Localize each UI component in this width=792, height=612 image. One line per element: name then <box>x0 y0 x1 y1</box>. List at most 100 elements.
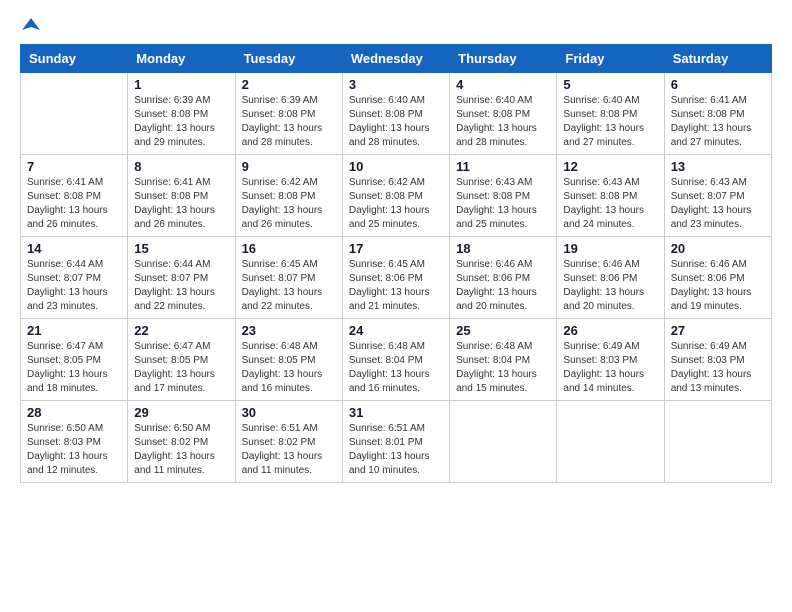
calendar-cell: 24 Sunrise: 6:48 AM Sunset: 8:04 PM Dayli… <box>342 319 449 401</box>
day-info: Sunrise: 6:41 AM Sunset: 8:08 PM Dayligh… <box>134 176 228 232</box>
calendar-header-row: SundayMondayTuesdayWednesdayThursdayFrid… <box>21 45 772 73</box>
weekday-header: Sunday <box>21 45 128 73</box>
weekday-header: Wednesday <box>342 45 449 73</box>
calendar-cell: 4 Sunrise: 6:40 AM Sunset: 8:08 PM Daylig… <box>450 73 557 155</box>
day-number: 31 <box>349 405 443 420</box>
day-info: Sunrise: 6:46 AM Sunset: 8:06 PM Dayligh… <box>456 258 550 314</box>
day-number: 12 <box>563 159 657 174</box>
calendar-cell: 15 Sunrise: 6:44 AM Sunset: 8:07 PM Dayli… <box>128 237 235 319</box>
calendar-cell: 2Sunrise: 6:39 AM Sunset: 8:08 PM Daylig… <box>235 73 342 155</box>
day-info: Sunrise: 6:49 AM Sunset: 8:03 PM Dayligh… <box>671 340 765 396</box>
day-info: Sunrise: 6:46 AM Sunset: 8:06 PM Dayligh… <box>563 258 657 314</box>
day-info: Sunrise: 6:45 AM Sunset: 8:06 PM Dayligh… <box>349 258 443 314</box>
calendar-cell: 26 Sunrise: 6:49 AM Sunset: 8:03 PM Dayli… <box>557 319 664 401</box>
day-number: 5 <box>563 77 657 92</box>
day-info: Sunrise: 6:48 AM Sunset: 8:04 PM Dayligh… <box>349 340 443 396</box>
day-info: Sunrise: 6:41 AM Sunset: 8:08 PM Dayligh… <box>27 176 121 232</box>
logo-bird-icon <box>22 16 40 34</box>
day-info: Sunrise: 6:44 AM Sunset: 8:07 PM Dayligh… <box>27 258 121 314</box>
day-number: 24 <box>349 323 443 338</box>
calendar-cell: 13 Sunrise: 6:43 AM Sunset: 8:07 PM Dayli… <box>664 155 771 237</box>
calendar-cell: 8 Sunrise: 6:41 AM Sunset: 8:08 PM Daylig… <box>128 155 235 237</box>
logo <box>20 20 40 34</box>
day-number: 20 <box>671 241 765 256</box>
day-info: Sunrise: 6:39 AM Sunset: 8:08 PM Dayligh… <box>242 94 336 150</box>
day-number: 28 <box>27 405 121 420</box>
day-info: Sunrise: 6:50 AM Sunset: 8:02 PM Dayligh… <box>134 422 228 478</box>
day-info: Sunrise: 6:42 AM Sunset: 8:08 PM Dayligh… <box>349 176 443 232</box>
calendar-cell: 27 Sunrise: 6:49 AM Sunset: 8:03 PM Dayli… <box>664 319 771 401</box>
calendar-cell: 28 Sunrise: 6:50 AM Sunset: 8:03 PM Dayli… <box>21 401 128 483</box>
day-info: Sunrise: 6:50 AM Sunset: 8:03 PM Dayligh… <box>27 422 121 478</box>
day-number: 27 <box>671 323 765 338</box>
day-number: 15 <box>134 241 228 256</box>
day-number: 1 <box>134 77 228 92</box>
weekday-header: Saturday <box>664 45 771 73</box>
day-number: 17 <box>349 241 443 256</box>
calendar-cell: 1 Sunrise: 6:39 AM Sunset: 8:08 PM Daylig… <box>128 73 235 155</box>
day-number: 18 <box>456 241 550 256</box>
day-number: 8 <box>134 159 228 174</box>
day-number: 16 <box>242 241 336 256</box>
calendar-cell: 25Sunrise: 6:48 AM Sunset: 8:04 PM Dayli… <box>450 319 557 401</box>
day-info: Sunrise: 6:39 AM Sunset: 8:08 PM Dayligh… <box>134 94 228 150</box>
calendar-cell: 3 Sunrise: 6:40 AM Sunset: 8:08 PM Daylig… <box>342 73 449 155</box>
day-info: Sunrise: 6:43 AM Sunset: 8:08 PM Dayligh… <box>563 176 657 232</box>
calendar-cell: 17 Sunrise: 6:45 AM Sunset: 8:06 PM Dayli… <box>342 237 449 319</box>
calendar-week-row: 1 Sunrise: 6:39 AM Sunset: 8:08 PM Daylig… <box>21 73 772 155</box>
calendar-cell: 19 Sunrise: 6:46 AM Sunset: 8:06 PM Dayli… <box>557 237 664 319</box>
calendar-cell: 30 Sunrise: 6:51 AM Sunset: 8:02 PM Dayli… <box>235 401 342 483</box>
day-info: Sunrise: 6:51 AM Sunset: 8:02 PM Dayligh… <box>242 422 336 478</box>
calendar-week-row: 28 Sunrise: 6:50 AM Sunset: 8:03 PM Dayli… <box>21 401 772 483</box>
day-info: Sunrise: 6:40 AM Sunset: 8:08 PM Dayligh… <box>349 94 443 150</box>
calendar-cell <box>557 401 664 483</box>
day-number: 13 <box>671 159 765 174</box>
day-number: 23 <box>242 323 336 338</box>
day-info: Sunrise: 6:49 AM Sunset: 8:03 PM Dayligh… <box>563 340 657 396</box>
calendar-cell: 7Sunrise: 6:41 AM Sunset: 8:08 PM Daylig… <box>21 155 128 237</box>
day-number: 22 <box>134 323 228 338</box>
day-number: 9 <box>242 159 336 174</box>
day-number: 10 <box>349 159 443 174</box>
calendar-cell: 11Sunrise: 6:43 AM Sunset: 8:08 PM Dayli… <box>450 155 557 237</box>
day-info: Sunrise: 6:42 AM Sunset: 8:08 PM Dayligh… <box>242 176 336 232</box>
calendar-cell <box>664 401 771 483</box>
calendar-cell: 6Sunrise: 6:41 AM Sunset: 8:08 PM Daylig… <box>664 73 771 155</box>
day-number: 4 <box>456 77 550 92</box>
day-number: 14 <box>27 241 121 256</box>
calendar-cell: 20 Sunrise: 6:46 AM Sunset: 8:06 PM Dayli… <box>664 237 771 319</box>
calendar-cell: 12 Sunrise: 6:43 AM Sunset: 8:08 PM Dayli… <box>557 155 664 237</box>
weekday-header: Thursday <box>450 45 557 73</box>
day-number: 26 <box>563 323 657 338</box>
calendar-week-row: 7Sunrise: 6:41 AM Sunset: 8:08 PM Daylig… <box>21 155 772 237</box>
day-info: Sunrise: 6:40 AM Sunset: 8:08 PM Dayligh… <box>563 94 657 150</box>
day-number: 21 <box>27 323 121 338</box>
calendar-cell: 10 Sunrise: 6:42 AM Sunset: 8:08 PM Dayli… <box>342 155 449 237</box>
day-number: 19 <box>563 241 657 256</box>
calendar-cell <box>450 401 557 483</box>
day-info: Sunrise: 6:48 AM Sunset: 8:04 PM Dayligh… <box>456 340 550 396</box>
day-info: Sunrise: 6:43 AM Sunset: 8:07 PM Dayligh… <box>671 176 765 232</box>
day-info: Sunrise: 6:46 AM Sunset: 8:06 PM Dayligh… <box>671 258 765 314</box>
calendar-cell: 16 Sunrise: 6:45 AM Sunset: 8:07 PM Dayli… <box>235 237 342 319</box>
calendar-table: SundayMondayTuesdayWednesdayThursdayFrid… <box>20 44 772 483</box>
day-number: 30 <box>242 405 336 420</box>
calendar-cell: 5 Sunrise: 6:40 AM Sunset: 8:08 PM Daylig… <box>557 73 664 155</box>
day-info: Sunrise: 6:40 AM Sunset: 8:08 PM Dayligh… <box>456 94 550 150</box>
day-number: 29 <box>134 405 228 420</box>
day-info: Sunrise: 6:48 AM Sunset: 8:05 PM Dayligh… <box>242 340 336 396</box>
day-info: Sunrise: 6:44 AM Sunset: 8:07 PM Dayligh… <box>134 258 228 314</box>
day-number: 11 <box>456 159 550 174</box>
weekday-header: Monday <box>128 45 235 73</box>
day-info: Sunrise: 6:47 AM Sunset: 8:05 PM Dayligh… <box>27 340 121 396</box>
day-info: Sunrise: 6:47 AM Sunset: 8:05 PM Dayligh… <box>134 340 228 396</box>
day-info: Sunrise: 6:45 AM Sunset: 8:07 PM Dayligh… <box>242 258 336 314</box>
weekday-header: Tuesday <box>235 45 342 73</box>
page-header <box>20 20 772 34</box>
calendar-cell: 23 Sunrise: 6:48 AM Sunset: 8:05 PM Dayli… <box>235 319 342 401</box>
calendar-week-row: 21 Sunrise: 6:47 AM Sunset: 8:05 PM Dayli… <box>21 319 772 401</box>
day-number: 3 <box>349 77 443 92</box>
calendar-cell: 14 Sunrise: 6:44 AM Sunset: 8:07 PM Dayli… <box>21 237 128 319</box>
calendar-cell: 9 Sunrise: 6:42 AM Sunset: 8:08 PM Daylig… <box>235 155 342 237</box>
calendar-cell: 18 Sunrise: 6:46 AM Sunset: 8:06 PM Dayli… <box>450 237 557 319</box>
